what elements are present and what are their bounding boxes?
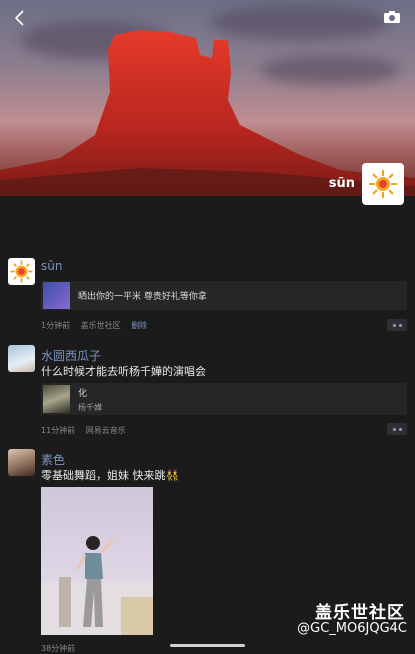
post-text: 零基础舞蹈，姐妹 快来跳👯 xyxy=(41,469,180,482)
post-meta: 11分钟前 网易云音乐 xyxy=(41,425,134,436)
cover-image[interactable] xyxy=(0,0,415,196)
post-meta: 1分钟前 盖乐世社区 删除 xyxy=(41,320,155,331)
camera-icon[interactable] xyxy=(383,10,401,24)
avatar[interactable] xyxy=(8,449,35,476)
sun-avatar-icon xyxy=(369,170,397,198)
watermark-brand: 盖乐世社区 xyxy=(315,603,405,623)
delete-link[interactable]: 删除 xyxy=(131,321,147,330)
song-title: 化 xyxy=(78,388,88,399)
share-title: 晒出你的一平米 尊贵好礼等你拿 xyxy=(78,292,207,302)
back-icon[interactable] xyxy=(10,8,30,28)
share-thumbnail xyxy=(43,282,70,309)
more-dots-icon xyxy=(392,323,396,327)
cover-avatar[interactable] xyxy=(362,163,404,205)
post-source[interactable]: 盖乐世社区 xyxy=(81,321,121,330)
sun-avatar-icon xyxy=(10,260,33,283)
home-indicator[interactable] xyxy=(170,644,245,647)
share-card[interactable]: 晒出你的一平米 尊贵好礼等你拿 xyxy=(41,281,407,310)
post-image[interactable] xyxy=(41,487,153,635)
more-dots-icon xyxy=(398,323,402,327)
more-dots-icon xyxy=(392,427,396,431)
post-author[interactable]: sūn xyxy=(41,259,62,273)
post-time: 11分钟前 xyxy=(41,426,76,435)
avatar[interactable] xyxy=(8,258,35,285)
post-author[interactable]: 素色 xyxy=(41,451,65,468)
more-button[interactable] xyxy=(387,423,407,435)
post-source[interactable]: 网易云音乐 xyxy=(86,426,126,435)
more-button[interactable] xyxy=(387,319,407,331)
avatar[interactable] xyxy=(8,345,35,372)
song-artist: 杨千嬅 xyxy=(78,402,102,412)
post-text: 什么时候才能去听杨千嬅的演唱会 xyxy=(41,365,206,378)
dancer-photo xyxy=(41,536,153,635)
share-card[interactable]: 化 杨千嬅 xyxy=(41,383,407,415)
more-dots-icon xyxy=(398,427,402,431)
cover-user-name[interactable]: sūn xyxy=(329,176,355,191)
post-time: 38分钟前 xyxy=(41,644,76,653)
post-meta: 38分钟前 xyxy=(41,643,83,654)
watermark-handle: @GC_MO6JQG4C xyxy=(297,621,407,636)
post-author[interactable]: 水圆西瓜子 xyxy=(41,347,101,364)
mesa-rock xyxy=(0,30,415,196)
song-thumbnail xyxy=(43,385,70,413)
post-time: 1分钟前 xyxy=(41,321,71,330)
